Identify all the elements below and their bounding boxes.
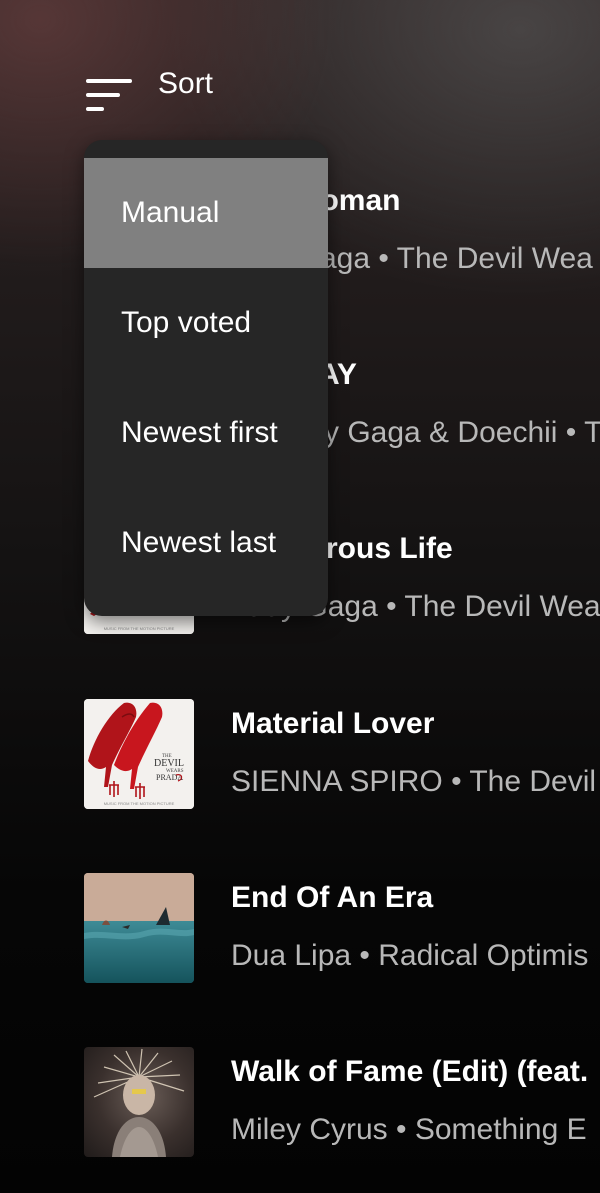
sort-dropdown-menu: Manual Top voted Newest first Newest las…: [84, 140, 328, 616]
album-caption: MUSIC FROM THE MOTION PICTURE: [104, 801, 175, 806]
sort-label: Sort: [158, 67, 214, 100]
sort-option-label: Top voted: [121, 306, 252, 339]
track-meta: aga • The Devil Wea: [320, 242, 593, 275]
track-title: rous Life: [326, 532, 453, 565]
sort-option-label: Newest first: [121, 416, 278, 449]
sort-button[interactable]: Sort: [86, 56, 213, 112]
track-title: End Of An Era: [231, 881, 434, 914]
album-art-image: [93, 1048, 185, 1157]
track-meta: SIENNA SPIRO • The Devil: [231, 765, 597, 798]
track-meta: Miley Cyrus • Something E: [231, 1113, 587, 1146]
list-item[interactable]: End Of An Era Dua Lipa • Radical Optimis: [0, 873, 600, 993]
sort-option-newest-first[interactable]: Newest first: [84, 378, 328, 488]
album-art-image: [84, 873, 194, 983]
album-art: THE DEVIL WEARS PRADA MUSIC FROM THE MOT…: [84, 699, 194, 809]
track-meta: Dua Lipa • Radical Optimis: [231, 939, 589, 972]
track-meta: y Gaga & Doechii • T: [324, 416, 600, 449]
sort-option-manual[interactable]: Manual: [84, 158, 328, 268]
list-item[interactable]: THE DEVIL WEARS PRADA MUSIC FROM THE MOT…: [0, 699, 600, 819]
sort-option-label: Newest last: [121, 526, 277, 559]
sort-option-newest-last[interactable]: Newest last: [84, 488, 328, 598]
album-art-image: THE DEVIL WEARS PRADA MUSIC FROM THE MOT…: [84, 699, 194, 809]
album-caption: MUSIC FROM THE MOTION PICTURE: [104, 626, 175, 631]
sort-icon: [86, 66, 134, 111]
album-art: [84, 1047, 194, 1157]
album-title-line: DEVIL: [154, 758, 184, 769]
sort-option-label: Manual: [121, 196, 220, 229]
track-title: Material Lover: [231, 707, 435, 740]
list-item[interactable]: Walk of Fame (Edit) (feat. Miley Cyrus •…: [0, 1047, 600, 1167]
album-art: [84, 873, 194, 983]
sort-option-top-voted[interactable]: Top voted: [84, 268, 328, 378]
track-title: Walk of Fame (Edit) (feat.: [231, 1055, 589, 1088]
